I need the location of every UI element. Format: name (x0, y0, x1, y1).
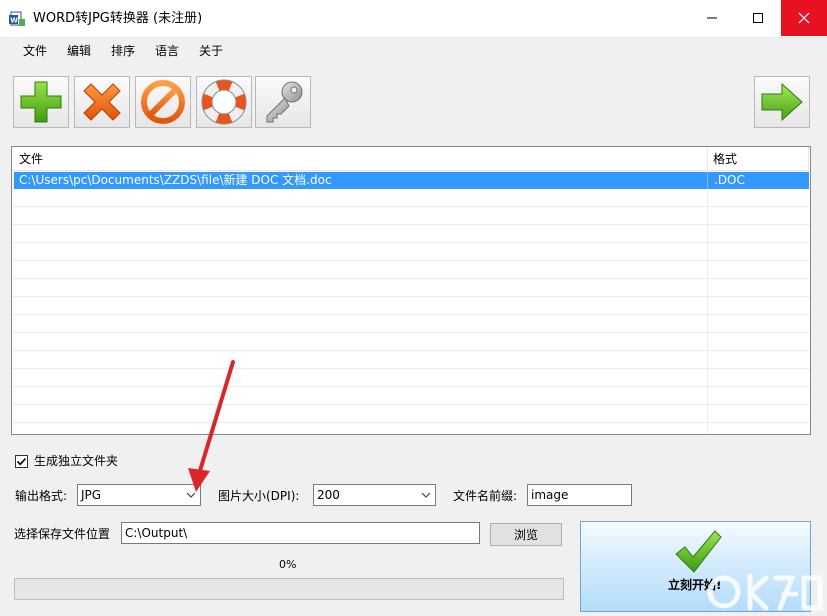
file-path-cell: C:\Users\pc\Documents\ZZDS\file\新建 DOC 文… (19, 173, 332, 187)
maximize-button[interactable] (735, 0, 781, 36)
column-header-format[interactable]: 格式 (713, 152, 737, 166)
browse-button[interactable]: 浏览 (490, 523, 562, 546)
checkmark-icon (16, 457, 27, 465)
dpi-label: 图片大小(DPI): (218, 489, 300, 503)
column-header-file[interactable]: 文件 (19, 152, 43, 166)
file-format-cell: .DOC (714, 173, 745, 187)
grid-column-line (707, 171, 708, 434)
add-file-button[interactable] (13, 76, 69, 128)
svg-text:W: W (10, 17, 18, 25)
next-arrow-icon (761, 82, 803, 122)
save-location-label: 选择保存文件位置 (14, 527, 111, 541)
file-list-header: 文件 格式 (12, 147, 810, 171)
table-row (12, 225, 810, 243)
output-format-value: JPG (81, 488, 102, 502)
prefix-input[interactable]: image (527, 484, 632, 506)
toolbar (0, 64, 827, 142)
save-location-input[interactable]: C:\Output\ (121, 522, 480, 544)
table-row (12, 423, 810, 434)
table-row (12, 351, 810, 369)
table-row (12, 333, 810, 351)
menu-edit[interactable]: 编辑 (65, 43, 93, 59)
separate-folder-option[interactable]: 生成独立文件夹 (15, 452, 118, 470)
minimize-button[interactable] (689, 0, 735, 36)
delete-file-button[interactable] (74, 76, 130, 128)
chevron-down-icon (186, 492, 196, 498)
save-location-value: C:\Output\ (125, 526, 188, 540)
delete-icon (83, 83, 121, 121)
register-key-icon (266, 81, 303, 123)
register-button[interactable] (255, 76, 311, 128)
cell-divider (707, 172, 708, 189)
table-row (12, 297, 810, 315)
output-format-select[interactable]: JPG (77, 484, 201, 506)
table-row (12, 405, 810, 423)
column-divider (808, 147, 809, 171)
menu-about[interactable]: 关于 (197, 43, 225, 59)
dpi-value: 200 (317, 488, 340, 502)
maximize-icon (753, 13, 763, 23)
menu-bar: 文件 编辑 排序 语言 关于 (0, 38, 827, 64)
clear-icon (141, 80, 185, 124)
prefix-value: image (531, 488, 569, 502)
output-format-label: 输出格式: (15, 489, 68, 503)
dpi-select[interactable]: 200 (313, 484, 436, 506)
watermark-logo (707, 573, 823, 611)
minimize-icon (707, 17, 717, 19)
close-icon (798, 12, 810, 24)
separate-folder-label: 生成独立文件夹 (34, 454, 119, 468)
next-step-button[interactable] (754, 76, 810, 128)
column-divider[interactable] (707, 147, 708, 171)
prefix-label: 文件名前缀: (453, 489, 518, 503)
table-row (12, 387, 810, 405)
chevron-down-icon (421, 492, 431, 498)
table-row-selected[interactable]: C:\Users\pc\Documents\ZZDS\file\新建 DOC 文… (14, 172, 809, 189)
help-lifebuoy-icon (201, 79, 247, 125)
table-row (12, 279, 810, 297)
table-row (12, 369, 810, 387)
table-row (12, 207, 810, 225)
table-row (12, 261, 810, 279)
progress-percent: 0% (279, 558, 297, 571)
table-row (12, 189, 810, 207)
add-icon (20, 81, 62, 123)
progress-bar (14, 578, 564, 600)
title-bar: W WORD转JPG转换器 (未注册) (0, 0, 827, 38)
table-row (12, 243, 810, 261)
menu-sort[interactable]: 排序 (109, 43, 137, 59)
file-list[interactable]: 文件 格式 C:\Users\pc\Documents\ZZDS\file\新建… (11, 146, 811, 435)
menu-language[interactable]: 语言 (153, 43, 181, 59)
table-row (12, 315, 810, 333)
help-button[interactable] (196, 76, 252, 128)
close-button[interactable] (781, 0, 827, 36)
window-title: WORD转JPG转换器 (未注册) (33, 11, 203, 26)
app-icon: W (9, 11, 25, 26)
separate-folder-checkbox[interactable] (15, 454, 28, 468)
clear-list-button[interactable] (135, 76, 191, 128)
menu-file[interactable]: 文件 (21, 43, 49, 59)
